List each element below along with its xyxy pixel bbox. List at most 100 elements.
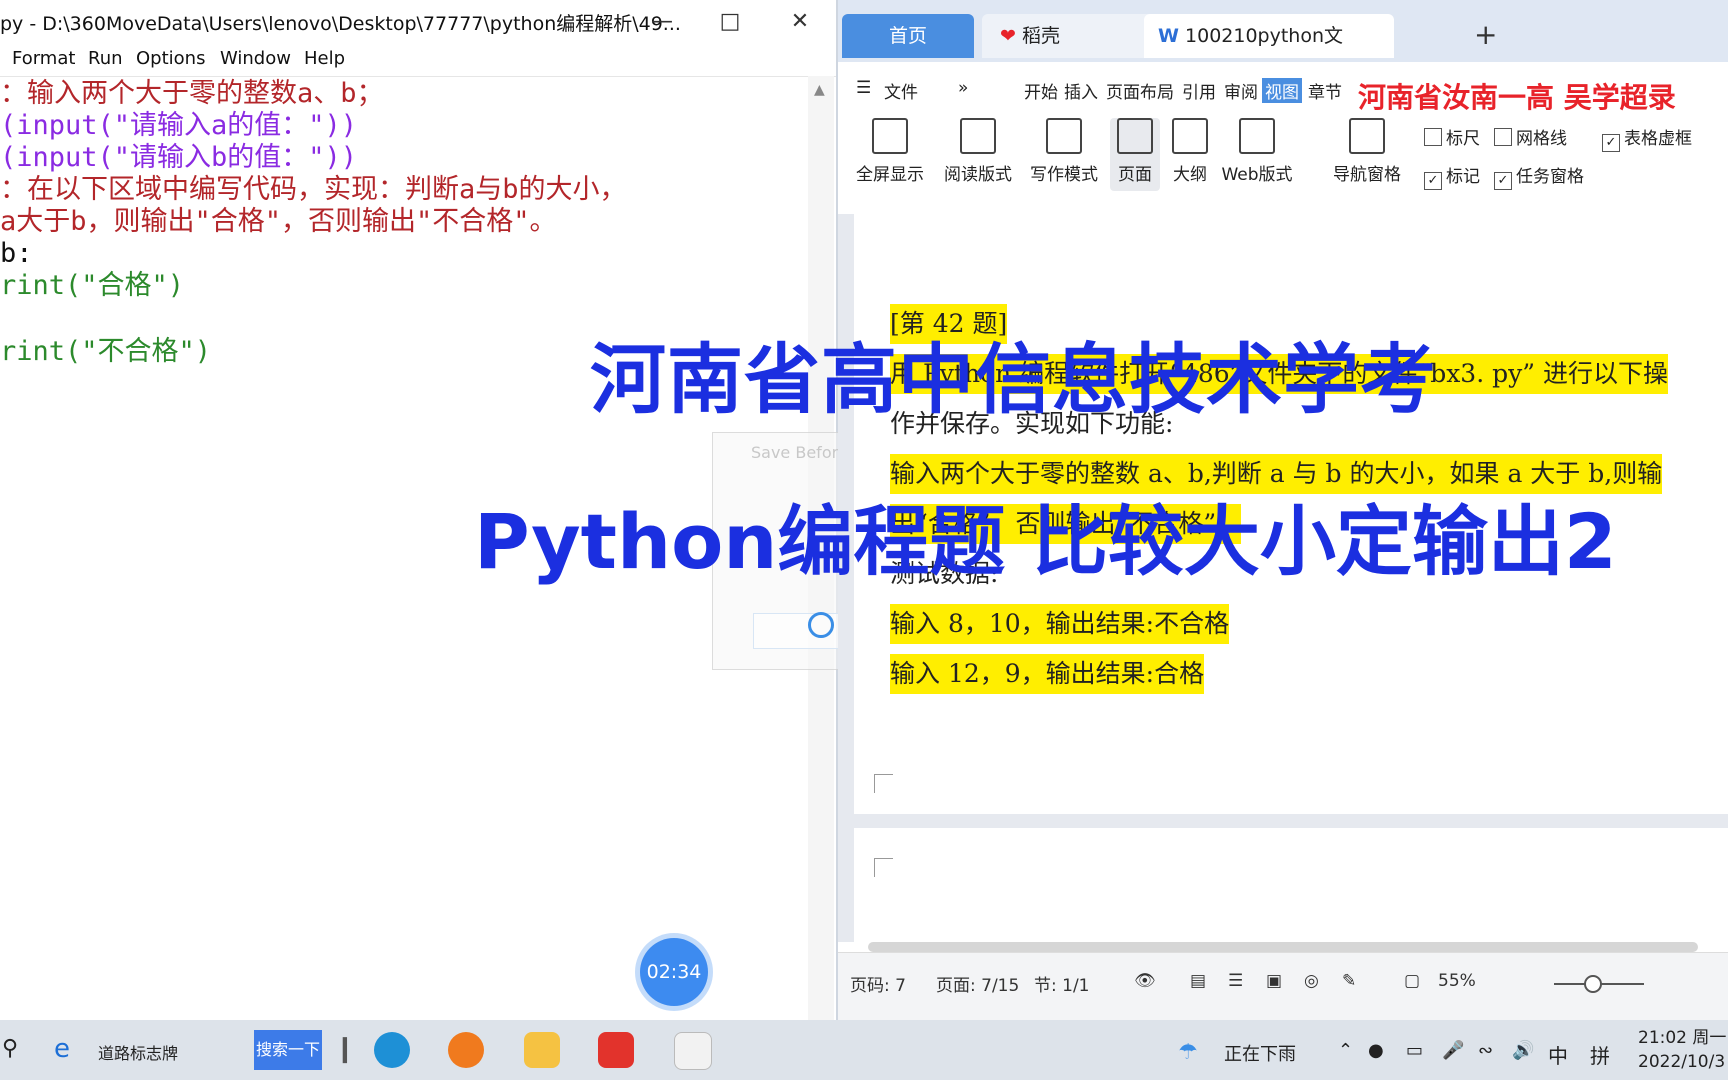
checkbox-task-pane[interactable]: ✓ 任务窗格 — [1494, 162, 1584, 190]
wps-tab-bar: 首页 ❤ 稻壳 W 100210python文档.doc ● + — [838, 0, 1728, 91]
menu-run[interactable]: Run — [88, 48, 123, 69]
tool-page-label: 页面 — [1118, 165, 1152, 185]
code-line: a大于b，则输出"合格"，否则输出"不合格"。 — [0, 206, 557, 237]
code-line: ：输入两个大于零的整数a、b； — [0, 78, 384, 109]
reading-view-icon[interactable]: ▣ — [1266, 971, 1282, 991]
battery-icon[interactable]: ▭ — [1406, 1040, 1423, 1061]
zoom-slider-thumb[interactable] — [1584, 975, 1602, 993]
chevron-up-icon[interactable]: ⌃ — [1338, 1040, 1353, 1061]
wps-office-icon[interactable] — [598, 1032, 634, 1068]
tool-reading[interactable]: 阅读版式 — [942, 118, 1014, 185]
checkmark-icon: ✓ — [1494, 172, 1512, 190]
doc-line: 输入 12，9，输出结果:合格 — [890, 654, 1205, 694]
tab-home[interactable]: 首页 — [842, 14, 974, 58]
ribbon-tab-insert[interactable]: 插入 — [1064, 78, 1098, 103]
tool-fullscreen-label: 全屏显示 — [856, 165, 924, 185]
page-corner-mark — [874, 774, 893, 793]
tool-web-label: Web版式 — [1221, 165, 1293, 185]
page-view-icon[interactable]: ▤ — [1190, 971, 1206, 991]
ie-browser-icon[interactable]: e — [54, 1034, 70, 1064]
checkmark-icon: ✓ — [1602, 134, 1620, 152]
ribbon-tab-start[interactable]: 开始 — [1024, 78, 1058, 103]
eye-icon[interactable]: 👁 — [1134, 971, 1156, 991]
code-line: rint("不合格") — [0, 336, 212, 367]
ribbon-tab-layout[interactable]: 页面布局 — [1106, 78, 1174, 103]
menu-help[interactable]: Help — [304, 48, 345, 69]
security-shield-icon[interactable]: ● — [1368, 1040, 1384, 1061]
page-corner-mark — [874, 858, 893, 877]
ime-chinese[interactable]: 中 — [1548, 1040, 1568, 1069]
checkbox-task-pane-label: 任务窗格 — [1516, 167, 1584, 187]
horizontal-scrollbar[interactable] — [838, 942, 1728, 952]
new-tab-icon[interactable]: + — [1474, 18, 1497, 51]
loading-spinner-icon — [808, 612, 834, 638]
taskbar: ⚲ e 道路标志牌 搜索一下 ❙ ☂ 正在下雨 ⌃ ● ▭ 🎤 ∾ 🔊 中 拼 … — [0, 1020, 1728, 1080]
tab-daoke[interactable]: ❤ 稻壳 — [982, 14, 1154, 58]
code-line: ：在以下区域中编写代码，实现：判断a与b的大小， — [0, 174, 627, 205]
overlay-title-line2: Python编程题 比较大小定输出2 — [474, 497, 1617, 586]
ribbon-tab-reference[interactable]: 引用 — [1182, 78, 1216, 103]
tab-document[interactable]: W 100210python文档.doc ● — [1144, 14, 1394, 91]
checkbox-box — [1424, 128, 1442, 146]
tool-web[interactable]: Web版式 — [1218, 118, 1296, 185]
search-icon[interactable]: ⚲ — [2, 1036, 18, 1061]
navigation-pane-icon — [1349, 118, 1385, 154]
ribbon-tab-file[interactable]: 文件 — [884, 78, 918, 103]
zoom-level[interactable]: 55% — [1438, 971, 1476, 991]
more-tabs-icon[interactable]: » — [958, 78, 968, 98]
checkbox-table-frame[interactable]: ✓ 表格虚框 — [1602, 124, 1692, 152]
taskbar-search-text[interactable]: 道路标志牌 — [98, 1040, 178, 1064]
code-line: (input("请输入a的值：")) — [0, 110, 358, 141]
checkbox-mark-label: 标记 — [1446, 167, 1480, 187]
code-line: b: — [0, 238, 33, 269]
python-idle-icon[interactable] — [674, 1032, 712, 1070]
checkbox-grid[interactable]: 网格线 — [1494, 124, 1567, 149]
recording-timer: 02:34 — [640, 938, 708, 1006]
overlay-title-line1: 河南省高中信息技术学考 — [590, 335, 1437, 424]
tool-outline-label: 大纲 — [1173, 165, 1207, 185]
umbrella-weather-icon[interactable]: ☂ — [1178, 1040, 1198, 1065]
status-section: 节: 1/1 — [1034, 976, 1090, 996]
idle-menu-bar: Format Run Options Window Help — [0, 44, 836, 77]
maximize-icon[interactable]: □ — [702, 4, 758, 40]
weather-status[interactable]: 正在下雨 — [1224, 1040, 1296, 1066]
edit-pen-icon[interactable]: ✎ — [1342, 971, 1356, 991]
minimize-icon[interactable]: — — [634, 4, 690, 40]
wps-status-bar: 页码: 7 页面: 7/15 节: 1/1 👁 ▤ ☰ ▣ ◎ ✎ ▢ 55% — [838, 952, 1728, 1021]
status-page-code: 页码: 7 — [850, 976, 906, 996]
tool-writing[interactable]: 写作模式 — [1028, 118, 1100, 185]
wifi-icon[interactable]: ∾ — [1478, 1040, 1493, 1061]
tool-navigation[interactable]: 导航窗格 — [1324, 118, 1410, 185]
fullscreen-icon — [872, 118, 908, 154]
ribbon-tab-view[interactable]: 视图 — [1262, 78, 1302, 103]
outline-icon — [1172, 118, 1208, 154]
menu-icon[interactable]: ☰ — [856, 78, 871, 98]
firefox-icon[interactable] — [448, 1032, 484, 1068]
tool-page[interactable]: 页面 — [1110, 118, 1160, 191]
scroll-up-icon[interactable]: ▲ — [814, 82, 825, 98]
menu-options[interactable]: Options — [136, 48, 205, 69]
volume-icon[interactable]: 🔊 — [1512, 1040, 1534, 1061]
tool-outline[interactable]: 大纲 — [1168, 118, 1212, 185]
tool-writing-label: 写作模式 — [1030, 165, 1098, 185]
ribbon-tab-chapter[interactable]: 章节 — [1308, 78, 1342, 103]
scrollbar-thumb[interactable] — [868, 942, 1698, 952]
word-doc-icon: W — [1158, 25, 1179, 47]
document-page — [854, 828, 1728, 942]
menu-format[interactable]: Format — [12, 48, 75, 69]
fit-page-icon[interactable]: ▢ — [1404, 971, 1420, 991]
web-view-icon[interactable]: ◎ — [1304, 971, 1319, 991]
clock[interactable]: 21:02 周一 2022/10/3 — [1638, 1026, 1726, 1074]
edge-browser-icon[interactable] — [374, 1032, 410, 1068]
file-explorer-icon[interactable] — [524, 1032, 560, 1068]
microphone-icon[interactable]: 🎤 — [1442, 1040, 1464, 1061]
outline-view-icon[interactable]: ☰ — [1228, 971, 1243, 991]
taskbar-search-button[interactable]: 搜索一下 — [254, 1030, 322, 1070]
ime-pinyin[interactable]: 拼 — [1590, 1040, 1610, 1069]
checkbox-mark[interactable]: ✓ 标记 — [1424, 162, 1480, 190]
checkbox-ruler[interactable]: 标尺 — [1424, 124, 1480, 149]
close-icon[interactable]: ✕ — [772, 4, 828, 40]
tool-fullscreen[interactable]: 全屏显示 — [854, 118, 926, 185]
menu-window[interactable]: Window — [220, 48, 291, 69]
ribbon-tab-review[interactable]: 审阅 — [1224, 78, 1258, 103]
